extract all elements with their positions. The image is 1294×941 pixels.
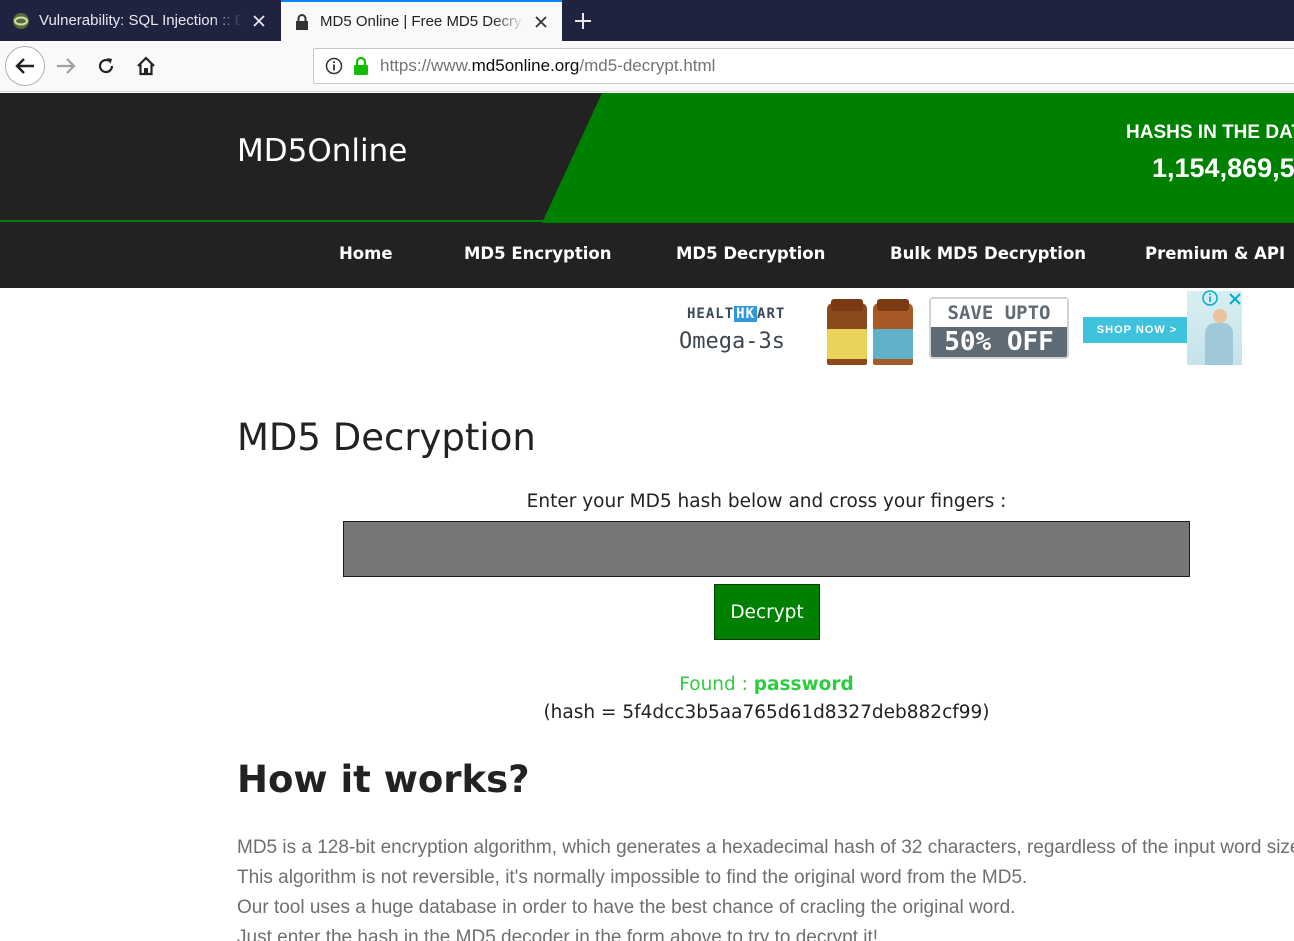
nav-premium-api[interactable]: Premium & API <box>1145 244 1285 263</box>
description-line: This algorithm is not reversible, it's n… <box>237 867 1028 888</box>
tab-title: MD5 Online | Free MD5 Decryption <box>320 13 524 30</box>
secure-lock-icon[interactable] <box>352 56 370 76</box>
browser-tabstrip: Vulnerability: SQL Injection :: Damn Vul… <box>0 0 1294 41</box>
url-prefix: https://www. <box>380 56 472 75</box>
browser-navbar: https://www.md5online.org/md5-decrypt.ht… <box>0 41 1294 92</box>
home-button[interactable] <box>126 46 166 86</box>
hash-prompt: Enter your MD5 hash below and cross your… <box>526 491 1007 512</box>
hash-counter-label: HASHS IN THE DATABASE <box>1126 122 1294 143</box>
description-line: Our tool uses a huge database in order t… <box>237 897 1016 918</box>
hash-counter-value: 1,154,869,56 <box>1152 153 1294 183</box>
site-header: MD5Online HASHS IN THE DATABASE 1,154,86… <box>0 93 1294 223</box>
found-label: Found : <box>679 674 754 695</box>
close-tab-icon[interactable] <box>248 10 270 32</box>
lock-favicon-icon <box>293 13 311 31</box>
url-domain: md5online.org <box>471 56 580 75</box>
info-icon[interactable] <box>324 56 344 76</box>
found-word: password <box>753 674 854 695</box>
advertisement-banner[interactable]: HEALT HK ART Omega-3s SAVE UPTO 50% OFF SH… <box>657 291 1242 365</box>
ad-info-icon[interactable] <box>1202 290 1218 310</box>
forward-button[interactable] <box>46 46 86 86</box>
ad-brand-highlight: HK <box>734 306 758 322</box>
how-it-works-title: How it works? <box>237 758 530 801</box>
ad-product: Omega-3s <box>679 329 785 354</box>
url-text[interactable]: https://www.md5online.org/md5-decrypt.ht… <box>380 56 715 76</box>
ad-offer-line1: SAVE UPTO <box>931 299 1067 327</box>
page-title: MD5 Decryption <box>237 416 536 459</box>
tab-title: Vulnerability: SQL Injection :: Damn Vul… <box>39 12 242 29</box>
description-line: MD5 is a 128-bit encryption algorithm, w… <box>237 837 1294 858</box>
nav-bulk-md5-decryption[interactable]: Bulk MD5 Decryption <box>890 244 1086 263</box>
header-green-band <box>542 93 1294 223</box>
ad-shop-now-button[interactable]: SHOP NOW > <box>1083 317 1191 343</box>
supplement-bottle-image <box>827 299 867 365</box>
tab-dvwa[interactable]: Vulnerability: SQL Injection :: Damn Vul… <box>0 0 280 41</box>
site-nav: Home MD5 Encryption MD5 Decryption Bulk … <box>0 223 1294 288</box>
description-line: Just enter the hash in the MD5 decoder i… <box>237 927 879 941</box>
dvwa-favicon-icon <box>12 12 30 30</box>
url-bar[interactable]: https://www.md5online.org/md5-decrypt.ht… <box>313 48 1294 84</box>
ad-brand-prefix: HEALT <box>687 306 735 322</box>
ad-offer: SAVE UPTO 50% OFF <box>929 297 1069 359</box>
md5-hash-input[interactable] <box>343 521 1190 577</box>
decryption-result: Found : password <box>343 674 1190 695</box>
close-tab-icon[interactable] <box>530 11 552 33</box>
hash-value-line: (hash = 5f4dcc3b5aa765d61d8327deb882cf99… <box>543 702 990 723</box>
ad-close-icon[interactable] <box>1228 291 1242 310</box>
back-button[interactable] <box>5 46 45 86</box>
how-it-works-description: MD5 is a 128-bit encryption algorithm, w… <box>237 833 1294 941</box>
nav-md5-decryption[interactable]: MD5 Decryption <box>676 244 825 263</box>
tab-md5online[interactable]: MD5 Online | Free MD5 Decryption <box>281 0 562 41</box>
ad-offer-line2: 50% OFF <box>944 327 1054 357</box>
reload-button[interactable] <box>86 46 126 86</box>
header-green-line <box>0 220 560 222</box>
supplement-bottle-image <box>873 299 913 365</box>
new-tab-icon[interactable] <box>568 6 598 36</box>
url-path: /md5-decrypt.html <box>579 56 716 75</box>
ad-brand: HEALT HK ART <box>687 306 785 322</box>
nav-home[interactable]: Home <box>339 244 393 263</box>
ad-brand-suffix: ART <box>757 306 786 322</box>
ad-choices[interactable] <box>1202 290 1242 310</box>
decrypt-button[interactable]: Decrypt <box>714 584 820 640</box>
site-logo[interactable]: MD5Online <box>237 133 407 169</box>
nav-md5-encryption[interactable]: MD5 Encryption <box>464 244 611 263</box>
